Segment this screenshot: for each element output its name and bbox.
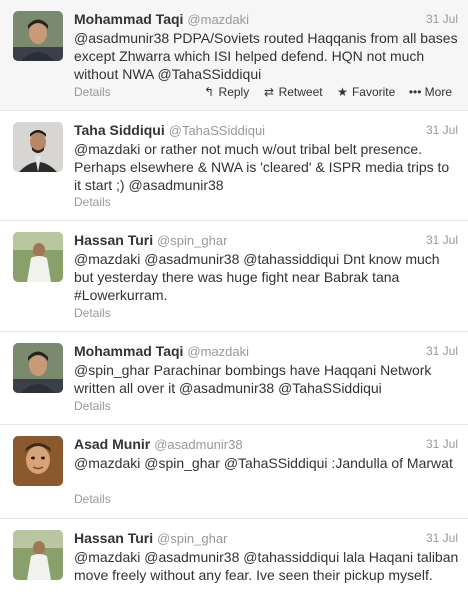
avatar-image — [13, 530, 63, 580]
tweet[interactable]: Hassan Turi @spin_ghar 31 Jul @mazdaki @a… — [0, 221, 468, 332]
more-dots-icon: ••• — [408, 85, 422, 99]
tweet-date[interactable]: 31 Jul — [426, 531, 458, 545]
avatar[interactable] — [13, 530, 63, 580]
tweet-date[interactable]: 31 Jul — [426, 12, 458, 26]
retweet-icon: ⇄ — [264, 85, 275, 99]
tweet-text: @asadmunir38 PDPA/Soviets routed Haqqani… — [74, 30, 458, 82]
tweet-date[interactable]: 31 Jul — [426, 123, 458, 137]
tweet-text: @mazdaki @asadmunir38 @tahassiddiqui Dnt… — [74, 251, 440, 303]
tweet-screenname[interactable]: @mazdaki — [187, 12, 249, 27]
tweet-text: @spin_ghar Parachinar bombings have Haqq… — [74, 362, 432, 396]
tweet-screenname[interactable]: @spin_ghar — [157, 531, 227, 546]
tweet-screenname[interactable]: @spin_ghar — [157, 233, 227, 248]
tweet-fullname[interactable]: Taha Siddiqui — [74, 122, 165, 138]
avatar[interactable] — [13, 122, 63, 172]
tweet-date[interactable]: 31 Jul — [426, 437, 458, 451]
reply-button[interactable]: ↰ Reply — [203, 85, 250, 99]
tweet-text: @mazdaki or rather not much w/out tribal… — [74, 141, 450, 193]
reply-arrow-icon: ↰ — [204, 85, 215, 99]
more-button[interactable]: ••• More — [409, 85, 452, 99]
tweet-screenname[interactable]: @TahaSSiddiqui — [169, 123, 265, 138]
avatar-image — [13, 436, 63, 486]
avatar[interactable] — [13, 343, 63, 393]
retweet-button[interactable]: ⇄ Retweet — [263, 85, 323, 99]
tweet-fullname[interactable]: Hassan Turi — [74, 530, 153, 546]
tweet[interactable]: Taha Siddiqui @TahaSSiddiqui 31 Jul @mazd… — [0, 111, 468, 221]
avatar[interactable] — [13, 436, 63, 486]
avatar-image — [13, 122, 63, 172]
avatar[interactable] — [13, 232, 63, 282]
tweet-screenname[interactable]: @mazdaki — [187, 344, 249, 359]
avatar[interactable] — [13, 11, 63, 61]
tweet-date[interactable]: 31 Jul — [426, 233, 458, 247]
tweet-fullname[interactable]: Asad Munir — [74, 436, 150, 452]
tweet-date[interactable]: 31 Jul — [426, 344, 458, 358]
details-link[interactable]: Details — [74, 492, 111, 506]
more-label: More — [424, 85, 452, 99]
tweet[interactable]: Hassan Turi @spin_ghar 31 Jul @mazdaki @a… — [0, 519, 468, 602]
tweet-fullname[interactable]: Mohammad Taqi — [74, 11, 183, 27]
tweet-fullname[interactable]: Mohammad Taqi — [74, 343, 183, 359]
tweet-text: @mazdaki @asadmunir38 @tahassiddiqui lal… — [74, 549, 459, 583]
star-icon: ★ — [337, 85, 348, 99]
tweet-fullname[interactable]: Hassan Turi — [74, 232, 153, 248]
avatar-image — [13, 343, 63, 393]
favorite-label: Favorite — [351, 85, 396, 99]
avatar-image — [13, 232, 63, 282]
tweet-text: @mazdaki @spin_ghar @TahaSSiddiqui :Jand… — [74, 455, 453, 471]
tweet-screenname[interactable]: @asadmunir38 — [154, 437, 242, 452]
details-link[interactable]: Details — [74, 306, 111, 320]
retweet-label: Retweet — [278, 85, 323, 99]
tweet[interactable]: Asad Munir @asadmunir38 31 Jul @mazdaki @… — [0, 425, 468, 519]
details-link[interactable]: Details — [74, 399, 111, 413]
details-link[interactable]: Details — [74, 85, 111, 99]
tweet-timeline: Mohammad Taqi @mazdaki 31 Jul @asadmunir3… — [0, 0, 468, 602]
avatar-image — [13, 11, 63, 61]
favorite-button[interactable]: ★ Favorite — [336, 85, 395, 99]
details-link[interactable]: Details — [74, 195, 111, 209]
tweet[interactable]: Mohammad Taqi @mazdaki 31 Jul @asadmunir3… — [0, 0, 468, 111]
reply-label: Reply — [218, 85, 250, 99]
tweet[interactable]: Mohammad Taqi @mazdaki 31 Jul @spin_ghar … — [0, 332, 468, 425]
